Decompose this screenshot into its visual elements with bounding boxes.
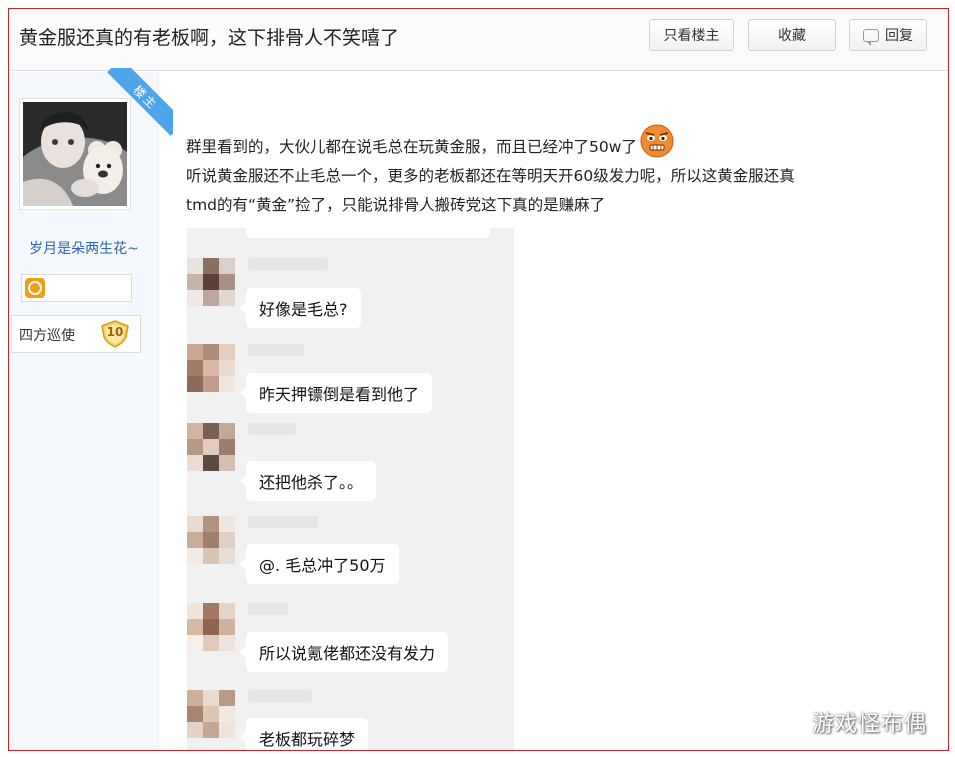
post-line-2: 听说黄金服还不止毛总一个，更多的老板都还在等明天开60级发力呢，所以这黄金服还真 xyxy=(186,167,795,185)
reply-button[interactable]: 回复 xyxy=(849,19,927,51)
blurred-sender-name xyxy=(248,258,328,270)
post-title: 黄金服还真的有老板啊，这下排骨人不笑嘻了 xyxy=(19,27,400,49)
rank-box: 四方巡使 10 xyxy=(11,315,141,353)
post-line-3: tmd的有“黄金”捡了，只能说排骨人搬砖党这下真的是赚麻了 xyxy=(186,196,606,214)
post-header: 黄金服还真的有老板啊，这下排骨人不笑嘻了 只看楼主 收藏 回复 xyxy=(9,9,948,71)
chat-message: @. 毛总冲了50万 xyxy=(240,544,399,584)
post-line-1: 群里看到的，大伙儿都在说毛总在玩黄金服，而且已经冲了50w了 xyxy=(186,138,637,156)
post-line: 群里看到的，大伙儿都在说毛总在玩黄金服，而且已经冲了50w了 xyxy=(186,123,926,162)
blurred-sender-name xyxy=(248,344,304,356)
chat-message-text: 所以说氪佬都还没有发力 xyxy=(259,644,436,663)
blurred-avatar xyxy=(187,258,235,306)
blurred-avatar xyxy=(187,423,235,471)
level-badge: 10 xyxy=(100,320,130,348)
blurred-avatar xyxy=(187,516,235,564)
blurred-sender-name xyxy=(248,516,318,528)
author-panel: 岁月是朵两生花~ 四方巡使 10 xyxy=(9,72,159,750)
blurred-avatar xyxy=(187,690,235,738)
chat-screenshot: 好像是毛总? 昨天押镖倒是看到他了 还把他杀了。。 @. 毛总冲了50万 所以说… xyxy=(187,228,514,750)
author-name[interactable]: 岁月是朵两生花~ xyxy=(9,238,159,258)
watermark: 游戏怪布偶 xyxy=(812,712,928,737)
only-op-button[interactable]: 只看楼主 xyxy=(649,19,734,51)
only-op-label: 只看楼主 xyxy=(663,28,720,44)
rank-label: 四方巡使 xyxy=(19,328,75,344)
speech-bubble-icon xyxy=(863,28,879,46)
chat-message: 老板都玩碎梦 xyxy=(239,718,369,750)
reply-label: 回复 xyxy=(885,28,913,44)
member-badge-box xyxy=(21,274,132,302)
favorite-button[interactable]: 收藏 xyxy=(748,19,836,51)
post-body: 群里看到的，大伙儿都在说毛总在玩黄金服，而且已经冲了50w了 听说黄金服还不止毛… xyxy=(186,123,926,220)
medal-icon[interactable] xyxy=(25,278,45,298)
blurred-sender-name xyxy=(248,423,296,435)
favorite-label: 收藏 xyxy=(778,28,806,44)
op-ribbon-band: 楼主 xyxy=(107,68,173,136)
chat-message: 好像是毛总? xyxy=(240,288,361,328)
blurred-avatar xyxy=(187,344,235,392)
blurred-sender-name xyxy=(248,603,288,615)
chat-message-text: 昨天押镖倒是看到他了 xyxy=(259,385,420,404)
angry-face-emoji-icon xyxy=(640,124,674,158)
chat-message-text: 还把他杀了。。 xyxy=(259,473,364,492)
chat-message-text: @. 毛总冲了50万 xyxy=(259,556,386,575)
op-ribbon: 楼主 xyxy=(105,68,173,136)
chat-message: 还把他杀了。。 xyxy=(239,461,377,501)
blurred-avatar xyxy=(187,603,235,651)
chat-message-text: 老板都玩碎梦 xyxy=(259,730,356,749)
op-ribbon-label: 楼主 xyxy=(130,82,161,113)
blurred-sender-name xyxy=(248,690,312,702)
post-frame: 黄金服还真的有老板啊，这下排骨人不笑嘻了 只看楼主 收藏 回复 岁月是朵两生花~… xyxy=(8,8,949,751)
chat-bubble-cut xyxy=(246,228,490,238)
level-number: 10 xyxy=(106,325,124,339)
chat-message: 昨天押镖倒是看到他了 xyxy=(239,373,433,413)
chat-message: 所以说氪佬都还没有发力 xyxy=(239,632,449,672)
chat-message-text: 好像是毛总? xyxy=(259,300,348,319)
